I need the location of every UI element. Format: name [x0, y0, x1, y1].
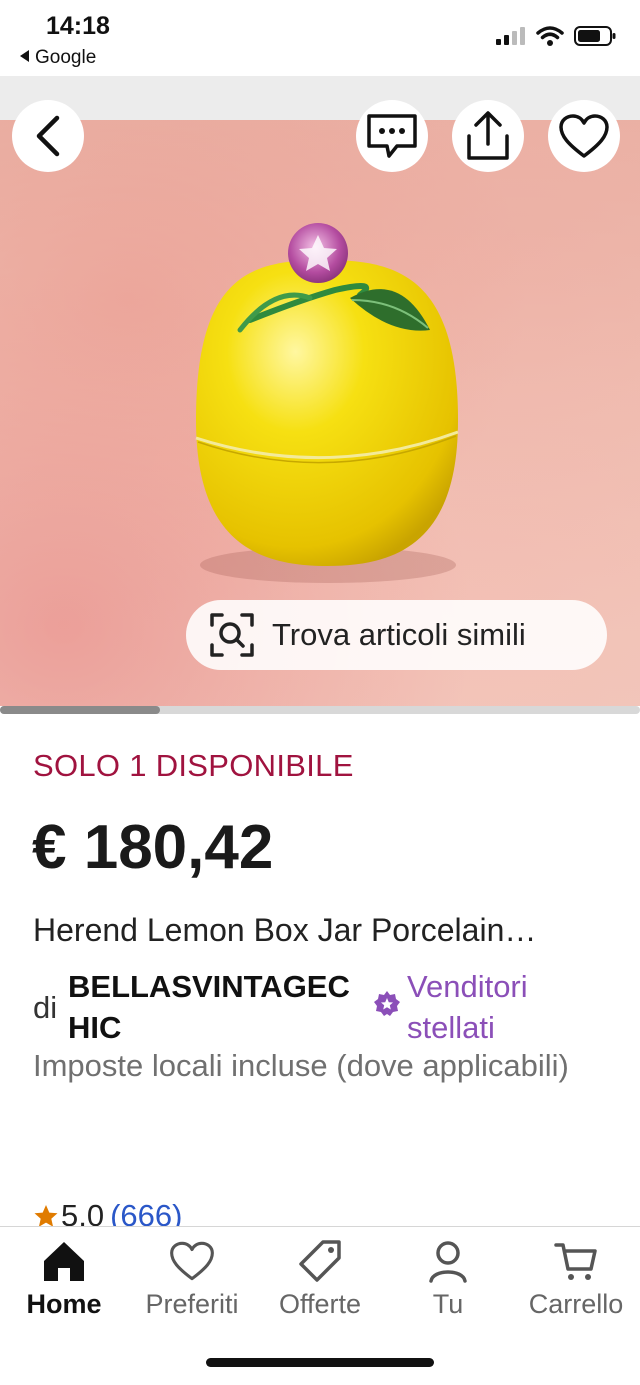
star-seller-label: Venditori stellati: [407, 969, 528, 1045]
gallery-scroll-thumb: [0, 706, 160, 714]
status-time: 14:18: [46, 12, 110, 40]
tab-tu[interactable]: Tu: [384, 1239, 512, 1320]
seller-name[interactable]: BELLASVINTAGECHIC: [68, 966, 368, 1048]
status-bar: 14:18 Google: [0, 0, 640, 76]
chat-icon: [367, 114, 417, 158]
tab-label: Preferiti: [145, 1289, 239, 1319]
taxes-note: Imposte locali incluse (dove applicabili…: [33, 1048, 569, 1083]
tab-carrello[interactable]: Carrello: [512, 1239, 640, 1320]
tab-label: Tu: [432, 1289, 464, 1319]
home-icon: [44, 1242, 84, 1281]
share-button[interactable]: [452, 100, 524, 172]
visual-search-icon: [210, 613, 254, 657]
find-similar-label: Trova articoli simili: [272, 617, 526, 652]
add-to-favorites-button[interactable]: [548, 100, 620, 172]
tab-label: Home: [26, 1289, 102, 1319]
heart-icon: [559, 114, 609, 158]
tab-preferiti[interactable]: Preferiti: [128, 1239, 256, 1320]
star-seller-badge-icon: [374, 991, 400, 1016]
home-indicator: [206, 1358, 434, 1367]
back-to-app-link[interactable]: Google: [20, 47, 96, 69]
tab-offerte[interactable]: Offerte: [256, 1239, 384, 1320]
find-similar-button[interactable]: Trova articoli simili: [186, 600, 607, 670]
back-app-label: Google: [35, 47, 97, 68]
back-button[interactable]: [12, 100, 84, 172]
listing-title[interactable]: Herend Lemon Box Jar Porcelain…: [33, 912, 536, 949]
back-arrow-icon: [36, 115, 60, 157]
seller-prefix: di: [33, 990, 58, 1025]
price: € 180,42: [32, 813, 274, 882]
tag-icon: [299, 1240, 341, 1282]
heart-icon: [170, 1241, 214, 1281]
person-icon: [429, 1241, 467, 1283]
wifi-icon: [536, 26, 564, 46]
status-icons: [496, 26, 616, 46]
star-icon: [34, 1205, 58, 1227]
image-gallery[interactable]: Trova articoli simili: [0, 76, 640, 706]
tab-home[interactable]: Home: [0, 1239, 128, 1320]
tab-label: Carrello: [528, 1289, 624, 1319]
back-triangle-icon: [20, 50, 29, 62]
seller-row: di BELLASVINTAGECHIC Venditori stellati: [33, 966, 633, 1046]
battery-icon: [574, 26, 616, 46]
availability-label: SOLO 1 DISPONIBILE: [33, 748, 354, 783]
share-icon: [467, 111, 509, 160]
gallery-scroll-indicator: [0, 706, 640, 714]
star-seller-link[interactable]: Venditori stellati: [407, 966, 567, 1048]
cart-icon: [554, 1243, 597, 1280]
message-seller-button[interactable]: [356, 100, 428, 172]
cellular-signal-icon: [496, 27, 525, 45]
tab-label: Offerte: [278, 1289, 362, 1319]
